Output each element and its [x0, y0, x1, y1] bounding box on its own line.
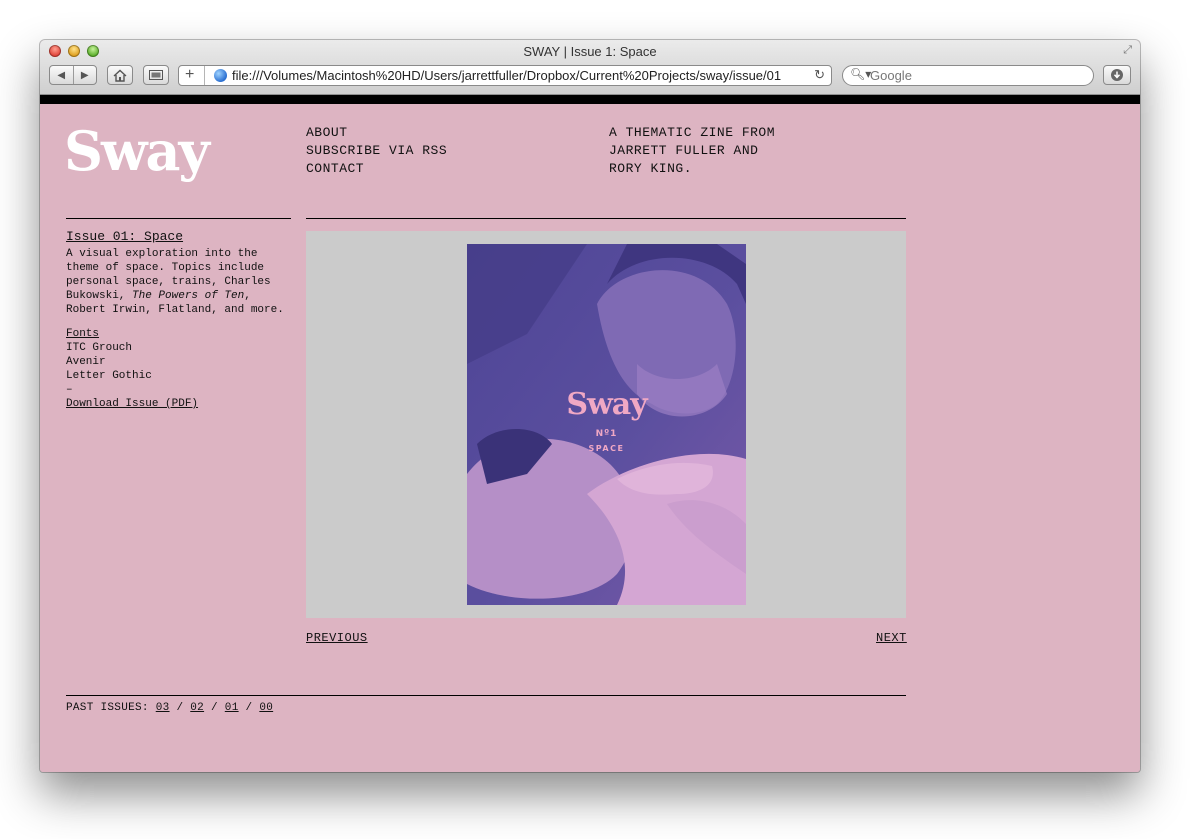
cover-title: Sway: [566, 387, 647, 422]
search-icon[interactable]: 🔍︎▾: [850, 67, 871, 81]
issue-title-link[interactable]: Issue 01: Space: [66, 230, 296, 244]
font-item: Letter Gothic: [66, 370, 152, 382]
search-field[interactable]: 🔍︎▾ Google: [842, 65, 1094, 86]
back-forward-buttons: ◀ ▶: [49, 65, 97, 85]
past-issue-link-03[interactable]: 03: [156, 702, 170, 714]
previous-link[interactable]: PREVIOUS: [306, 631, 368, 645]
past-issues-label: PAST ISSUES:: [66, 702, 149, 714]
cover-subtitle: SPACE: [588, 444, 625, 453]
grid-icon: [149, 70, 163, 80]
nav-contact[interactable]: CONTACT: [306, 160, 447, 178]
footer-divider: [66, 695, 906, 696]
nav-about[interactable]: ABOUT: [306, 124, 447, 142]
top-black-bar: [40, 95, 1140, 104]
site-nav: ABOUT SUBSCRIBE VIA RSS CONTACT: [306, 124, 447, 178]
dash-separator: –: [66, 384, 73, 396]
url-text[interactable]: file:///Volumes/Macintosh%20HD/Users/jar…: [232, 68, 812, 83]
back-arrow-icon[interactable]: ◀: [50, 70, 73, 81]
browser-window: SWAY | Issue 1: Space ⤢ ◀ ▶ + file:///Vo…: [40, 40, 1140, 772]
add-bookmark-icon[interactable]: +: [185, 66, 194, 84]
download-icon: [1111, 69, 1123, 81]
separator: /: [176, 702, 184, 714]
search-placeholder: Google: [870, 68, 912, 83]
next-link[interactable]: NEXT: [876, 631, 907, 645]
fonts-heading-link[interactable]: Fonts: [66, 327, 296, 341]
cover-photo: [467, 244, 746, 605]
issue-description: A visual exploration into the theme of s…: [66, 247, 296, 317]
tagline-line: JARRETT FULLER AND: [609, 143, 759, 158]
past-issue-link-00[interactable]: 00: [259, 702, 273, 714]
issue-sidebar: Issue 01: Space A visual exploration int…: [66, 230, 296, 411]
address-bar[interactable]: + file:///Volumes/Macintosh%20HD/Users/j…: [178, 65, 832, 86]
tagline-line: RORY KING.: [609, 161, 693, 176]
top-sites-button[interactable]: [143, 65, 169, 85]
home-button[interactable]: [107, 65, 133, 85]
web-page: Sway ABOUT SUBSCRIBE VIA RSS CONTACT A T…: [40, 104, 1140, 772]
issue-cover-image[interactable]: Sway Nº1 SPACE: [467, 244, 746, 605]
sidebar-divider: [66, 218, 291, 219]
site-logo[interactable]: Sway: [64, 124, 210, 178]
reload-icon[interactable]: ↻: [814, 67, 825, 83]
main-divider: [306, 218, 906, 219]
site-tagline: A THEMATIC ZINE FROM JARRETT FULLER AND …: [609, 124, 775, 178]
separator: /: [245, 702, 253, 714]
window-title: SWAY | Issue 1: Space: [523, 44, 657, 59]
description-italic-title: The Powers of Ten: [132, 290, 245, 302]
font-item: ITC Grouch: [66, 342, 133, 354]
browser-toolbar: SWAY | Issue 1: Space ⤢ ◀ ▶ + file:///Vo…: [40, 40, 1140, 95]
cover-issue-number: Nº1: [595, 429, 618, 439]
download-issue-link[interactable]: Download Issue (PDF): [66, 397, 296, 411]
divider: [204, 66, 205, 85]
fullscreen-icon[interactable]: ⤢: [1123, 44, 1132, 57]
separator: /: [210, 702, 218, 714]
home-icon: [113, 69, 127, 82]
forward-arrow-icon[interactable]: ▶: [74, 70, 97, 81]
nav-subscribe-rss[interactable]: SUBSCRIBE VIA RSS: [306, 142, 447, 160]
past-issue-link-02[interactable]: 02: [190, 702, 204, 714]
font-item: Avenir: [66, 356, 106, 368]
past-issues: PAST ISSUES: 03 / 02 / 01 / 00: [66, 702, 273, 714]
past-issue-link-01[interactable]: 01: [225, 702, 239, 714]
globe-icon: [214, 69, 227, 82]
cover-viewer: Sway Nº1 SPACE: [306, 231, 906, 618]
downloads-button[interactable]: [1103, 65, 1131, 85]
tagline-line: A THEMATIC ZINE FROM: [609, 125, 776, 140]
